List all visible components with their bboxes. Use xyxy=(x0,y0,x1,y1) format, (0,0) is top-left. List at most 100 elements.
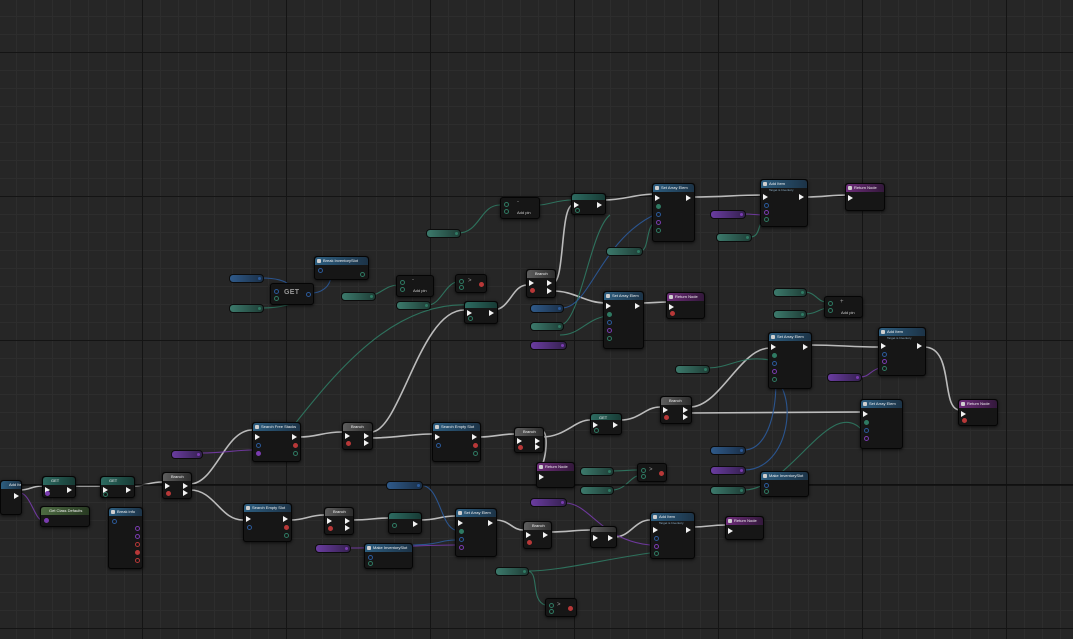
get-node-low-right[interactable] xyxy=(590,526,617,548)
exec-in-pin[interactable] xyxy=(526,532,531,538)
data-pin[interactable] xyxy=(670,311,675,316)
exec-in-pin[interactable] xyxy=(345,433,350,439)
data-pin[interactable] xyxy=(656,212,661,217)
var-pin[interactable] xyxy=(558,325,561,328)
exec-out-pin[interactable] xyxy=(608,535,613,541)
data-pin[interactable] xyxy=(607,312,612,317)
branch-node-c[interactable]: Branch xyxy=(514,427,544,453)
data-pin[interactable] xyxy=(44,518,49,523)
get-node-top[interactable]: GET xyxy=(42,476,76,498)
var-pin[interactable] xyxy=(608,489,611,492)
data-pin[interactable] xyxy=(459,285,464,290)
data-pin[interactable] xyxy=(306,292,311,297)
var-pin[interactable] xyxy=(425,304,428,307)
data-pin[interactable] xyxy=(549,603,554,608)
set-array-elem-node-low[interactable]: Set Array Elem xyxy=(455,508,497,557)
exec-in-pin[interactable] xyxy=(517,438,522,444)
var-pin[interactable] xyxy=(345,547,348,550)
exec-in-pin[interactable] xyxy=(255,434,260,440)
exec-out-true[interactable] xyxy=(183,483,188,489)
data-pin[interactable] xyxy=(293,451,298,456)
get-node-top-mid[interactable] xyxy=(464,301,498,324)
exec-out-pin[interactable] xyxy=(799,194,804,200)
compare-node-low[interactable]: > xyxy=(545,598,577,617)
variable-purple[interactable] xyxy=(710,466,746,475)
return-node-low[interactable]: Return Node xyxy=(725,516,764,540)
add-pin-button[interactable]: Add pin xyxy=(413,288,427,293)
search-empty-slot-node-low[interactable]: Search Empty Slot xyxy=(243,503,292,542)
branch-node-d[interactable]: Branch xyxy=(324,507,354,535)
compare-node-mid[interactable]: > xyxy=(637,463,667,482)
variable-purple[interactable] xyxy=(530,341,567,350)
data-pin[interactable] xyxy=(607,320,612,325)
add-item-node-right[interactable]: Add Item Target is Inventory xyxy=(878,327,926,376)
data-pin[interactable] xyxy=(772,353,777,358)
data-pin[interactable] xyxy=(284,533,289,538)
data-pin[interactable] xyxy=(400,280,405,285)
return-node-top[interactable]: Return Node xyxy=(845,183,885,211)
exec-in-pin[interactable] xyxy=(653,527,658,533)
branch-node-a[interactable]: Branch xyxy=(162,472,192,499)
condition-pin[interactable] xyxy=(328,526,333,531)
data-pin[interactable] xyxy=(764,210,769,215)
data-pin[interactable] xyxy=(864,420,869,425)
return-node-center[interactable]: Return Node xyxy=(666,292,705,319)
data-pin[interactable] xyxy=(284,525,289,530)
data-pin[interactable] xyxy=(641,468,646,473)
variable-teal[interactable] xyxy=(530,322,564,331)
exec-out-pin[interactable] xyxy=(917,343,922,349)
data-pin[interactable] xyxy=(459,545,464,550)
var-pin[interactable] xyxy=(740,449,743,452)
data-pin[interactable] xyxy=(360,272,365,277)
data-pin[interactable] xyxy=(882,366,887,371)
exec-in-pin[interactable] xyxy=(529,280,534,286)
variable-blue[interactable] xyxy=(229,274,264,283)
data-pin[interactable] xyxy=(656,228,661,233)
variable-teal[interactable] xyxy=(675,365,710,374)
exec-in-pin[interactable] xyxy=(539,474,544,480)
branch-node-e[interactable]: Branch xyxy=(523,521,552,549)
exec-in-pin[interactable] xyxy=(435,434,440,440)
condition-pin[interactable] xyxy=(518,445,523,450)
data-pin[interactable] xyxy=(764,217,769,222)
data-pin[interactable] xyxy=(368,561,373,566)
exec-out-pin[interactable] xyxy=(283,516,288,522)
data-pin[interactable] xyxy=(293,443,298,448)
data-pin[interactable] xyxy=(659,471,664,476)
exec-in-pin[interactable] xyxy=(327,518,332,524)
data-pin[interactable] xyxy=(45,491,50,496)
add-node-right[interactable]: + Add pin xyxy=(824,296,863,318)
var-pin[interactable] xyxy=(523,570,526,573)
var-pin[interactable] xyxy=(740,489,743,492)
exec-in-pin[interactable] xyxy=(165,483,170,489)
data-pin[interactable] xyxy=(392,523,397,528)
var-pin[interactable] xyxy=(561,501,564,504)
exec-out-pin[interactable] xyxy=(488,520,493,526)
exec-out-true[interactable] xyxy=(345,518,350,524)
exec-out-pin[interactable] xyxy=(635,303,640,309)
exec-out-pin[interactable] xyxy=(597,202,602,208)
exec-out-true[interactable] xyxy=(547,280,552,286)
condition-pin[interactable] xyxy=(346,441,351,446)
data-pin[interactable] xyxy=(764,483,769,488)
exec-in-pin[interactable] xyxy=(848,195,853,201)
exec-out-pin[interactable] xyxy=(292,434,297,440)
exec-out-false[interactable] xyxy=(547,288,552,294)
branch-node-f[interactable]: Branch xyxy=(660,396,692,424)
subtract-node-top[interactable]: - Add pin xyxy=(396,275,434,297)
set-array-elem-node-mid[interactable]: Set Array Elem xyxy=(603,291,644,349)
get-node-big[interactable]: GET xyxy=(270,283,314,305)
exec-in-pin[interactable] xyxy=(863,411,868,417)
add-pin-button[interactable]: Add pin xyxy=(517,210,531,215)
exec-in-pin[interactable] xyxy=(669,304,674,310)
data-pin[interactable] xyxy=(468,316,473,321)
data-pin[interactable] xyxy=(568,606,573,611)
condition-pin[interactable] xyxy=(530,288,535,293)
data-pin[interactable] xyxy=(247,525,252,530)
exec-in-pin[interactable] xyxy=(246,516,251,522)
get-node-upper[interactable] xyxy=(571,193,606,215)
exec-out-pin[interactable] xyxy=(126,487,131,493)
exec-in-pin[interactable] xyxy=(663,407,668,413)
variable-purple[interactable] xyxy=(530,498,567,507)
data-pin[interactable] xyxy=(654,536,659,541)
